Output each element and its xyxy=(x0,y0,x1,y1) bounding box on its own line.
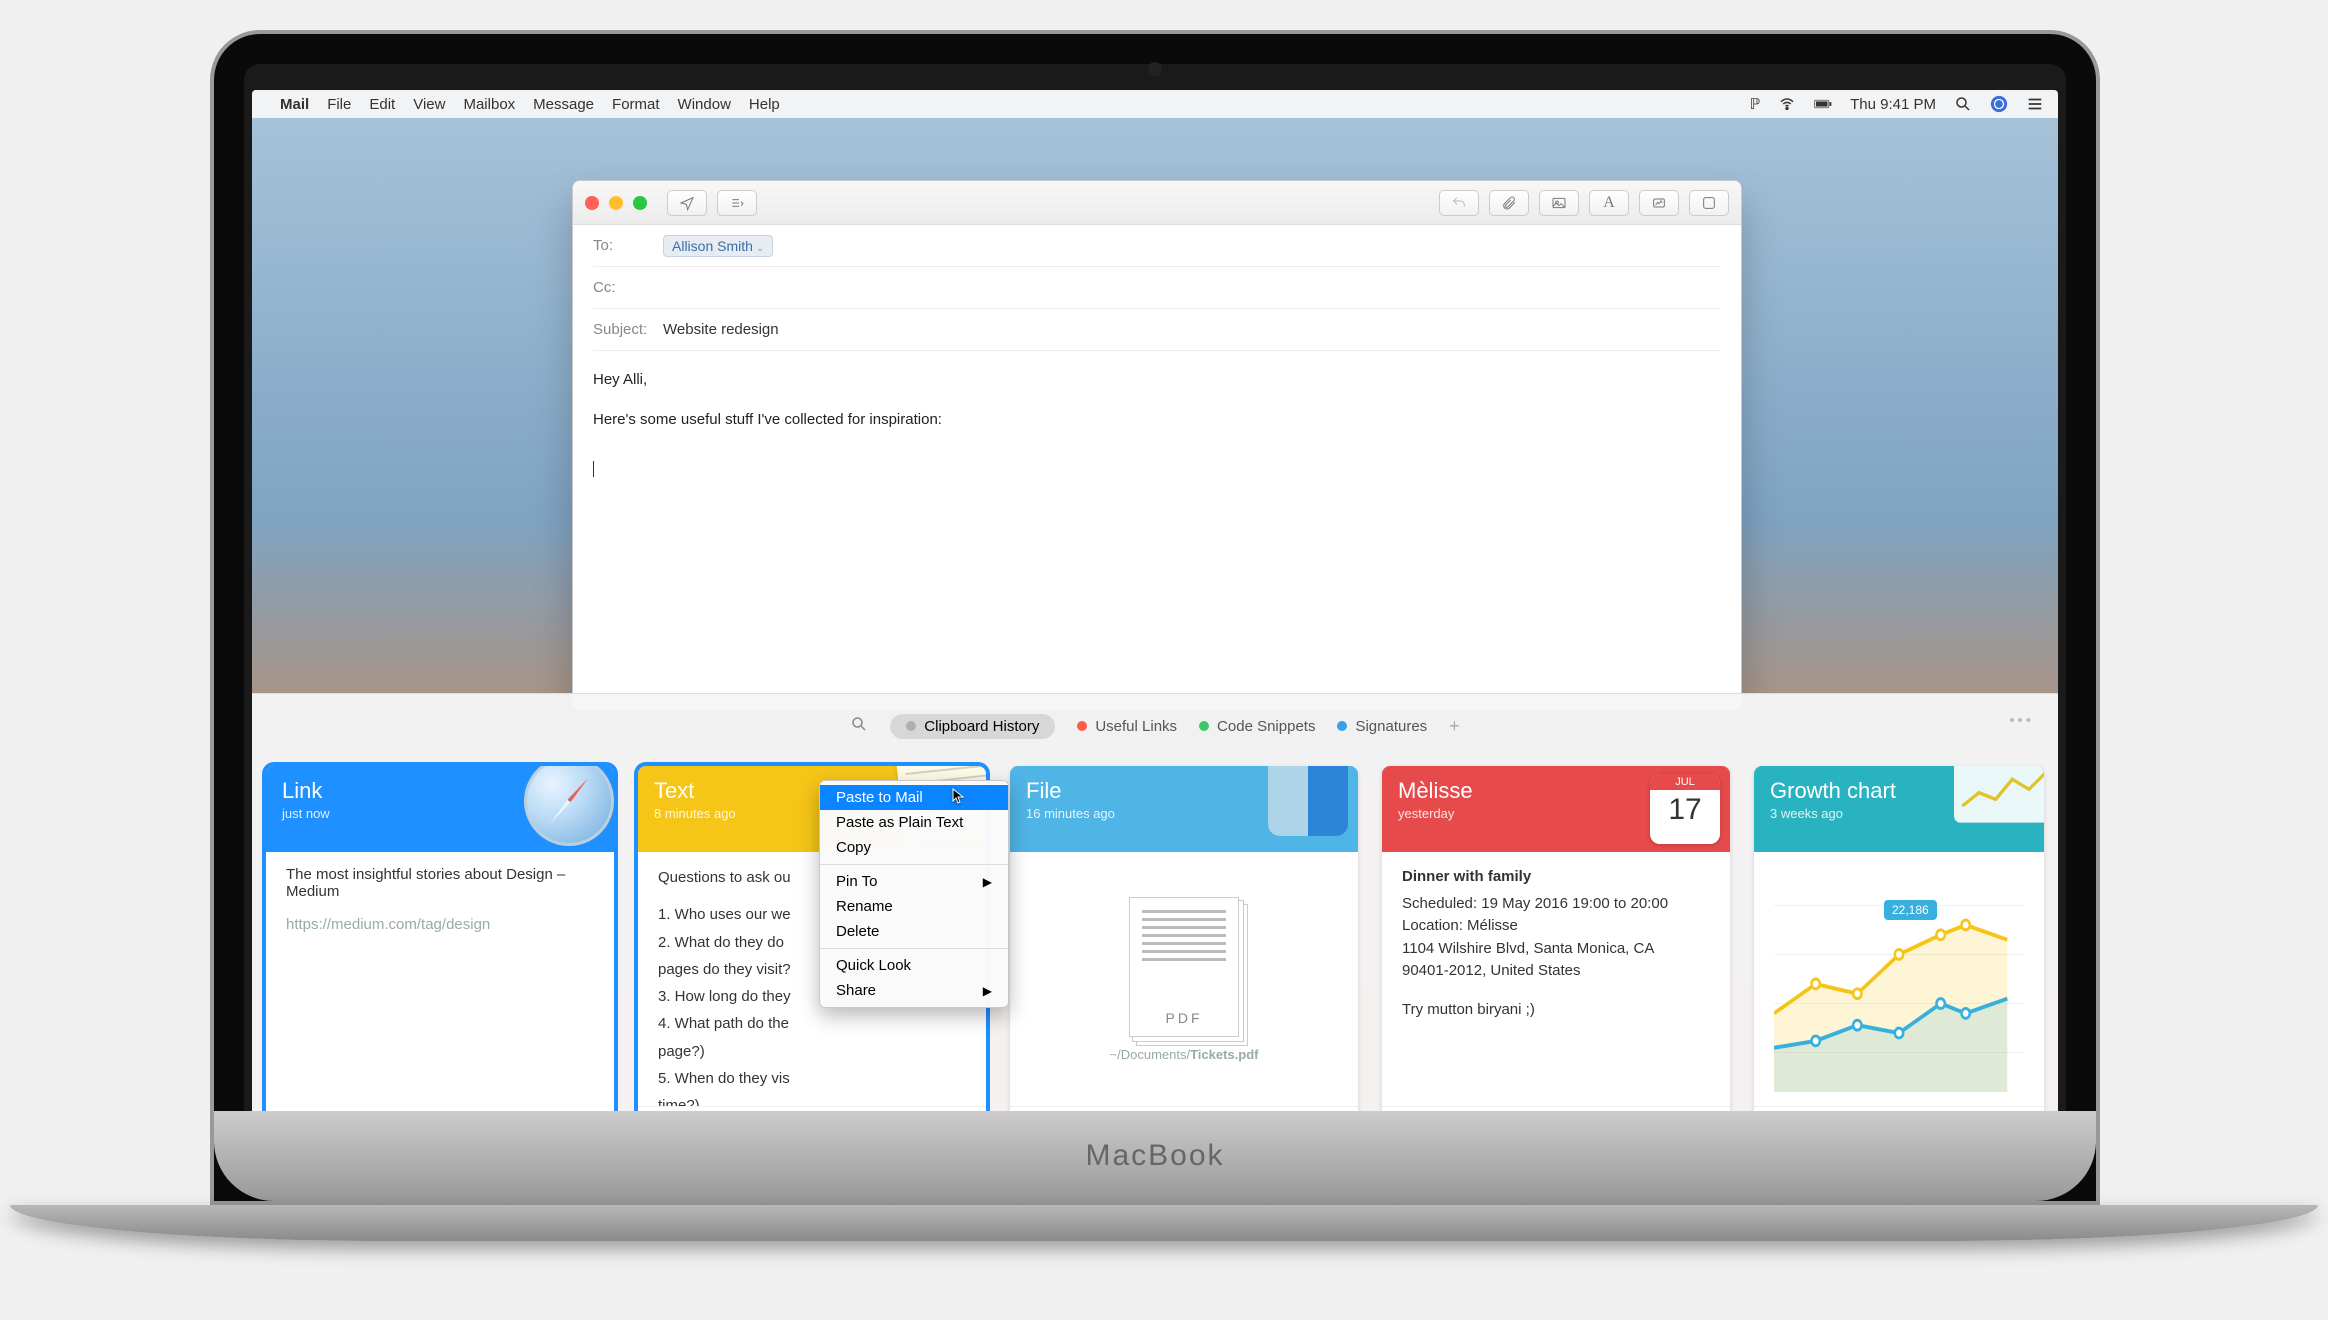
laptop-base: MacBook xyxy=(214,1111,2096,1201)
ctx-pin-to[interactable]: Pin To▶ xyxy=(820,869,1008,894)
tab-dot-icon xyxy=(1077,721,1087,731)
event-address2: 90401-2012, United States xyxy=(1402,960,1710,983)
menubar-window[interactable]: Window xyxy=(678,96,731,113)
calendar-icon: JUL 17 xyxy=(1650,774,1720,844)
cc-field-row[interactable]: Cc: xyxy=(593,267,1721,309)
to-field-row[interactable]: To: Allison Smith⌄ xyxy=(593,225,1721,267)
card-link[interactable]: Link just now The most insightful storie… xyxy=(266,766,614,1138)
tab-useful-links[interactable]: Useful Links xyxy=(1077,718,1177,735)
file-path: ~/Documents/Tickets.pdf xyxy=(1110,1047,1259,1062)
event-address1: 1104 Wilshire Blvd, Santa Monica, CA xyxy=(1402,938,1710,961)
mail-titlebar[interactable]: A xyxy=(573,181,1741,225)
ctx-delete[interactable]: Delete xyxy=(820,919,1008,944)
card-file[interactable]: File 16 minutes ago PDF xyxy=(1010,766,1358,1138)
clipboard-tabs: Clipboard History Useful Links Code Snip… xyxy=(252,708,2058,744)
recipient-chip[interactable]: Allison Smith⌄ xyxy=(663,235,773,257)
battery-icon[interactable] xyxy=(1814,95,1832,113)
menubar-format[interactable]: Format xyxy=(612,96,660,113)
chart-annotation: 22,186 xyxy=(1884,900,1937,920)
mail-compose-window: A To: Allison Smith⌄ Cc: Subject: Websit… xyxy=(572,180,1742,710)
camera-dot xyxy=(1148,62,1162,76)
finder-icon xyxy=(1268,766,1358,852)
tab-dot-icon xyxy=(1199,721,1209,731)
menubar-app-name[interactable]: Mail xyxy=(280,96,309,113)
to-label: To: xyxy=(593,237,663,254)
notification-center-icon[interactable] xyxy=(2026,95,2044,113)
header-fields-button[interactable] xyxy=(717,190,757,216)
clipboard-search-icon[interactable] xyxy=(850,715,868,737)
minimize-button[interactable] xyxy=(609,196,623,210)
subject-label: Subject: xyxy=(593,321,663,338)
link-title: The most insightful stories about Design… xyxy=(286,866,594,900)
markup-button[interactable] xyxy=(1639,190,1679,216)
tab-dot-icon xyxy=(1337,721,1347,731)
tab-code-snippets[interactable]: Code Snippets xyxy=(1199,718,1315,735)
laptop-foot xyxy=(10,1205,2318,1241)
tab-clipboard-history[interactable]: Clipboard History xyxy=(890,714,1055,739)
screen: Mail File Edit View Mailbox Message Form… xyxy=(252,90,2058,1163)
event-note: Try mutton biryani ;) xyxy=(1402,999,1710,1022)
photo-browser-button[interactable] xyxy=(1539,190,1579,216)
laptop-frame: Mail File Edit View Mailbox Message Form… xyxy=(210,30,2100,1205)
tab-signatures[interactable]: Signatures xyxy=(1337,718,1427,735)
ctx-share[interactable]: Share▶ xyxy=(820,978,1008,1003)
attach-button[interactable] xyxy=(1489,190,1529,216)
ctx-paste-to-mail[interactable]: Paste to Mail xyxy=(820,785,1008,810)
tab-dot-icon xyxy=(906,721,916,731)
event-schedule: Scheduled: 19 May 2016 19:00 to 20:00 xyxy=(1402,893,1710,916)
clipboard-history-panel: Clipboard History Useful Links Code Snip… xyxy=(252,693,2058,1163)
hardware-label: MacBook xyxy=(1085,1139,1224,1173)
text-cursor xyxy=(593,461,594,477)
add-tab-button[interactable]: + xyxy=(1449,716,1460,737)
mouse-cursor-icon xyxy=(952,788,968,804)
card-event[interactable]: Mèlisse yesterday JUL 17 Dinner with fam… xyxy=(1382,766,1730,1138)
subject-field-row[interactable]: Subject: Website redesign xyxy=(593,309,1721,351)
link-url: https://medium.com/tag/design xyxy=(286,916,594,933)
ctx-rename[interactable]: Rename xyxy=(820,894,1008,919)
siri-icon[interactable] xyxy=(1990,95,2008,113)
ctx-quick-look[interactable]: Quick Look xyxy=(820,953,1008,978)
subject-value: Website redesign xyxy=(663,321,779,338)
event-location: Location: Mélisse xyxy=(1402,915,1710,938)
spotlight-icon[interactable] xyxy=(1954,95,1972,113)
mail-body[interactable]: Hey Alli, Here's some useful stuff I've … xyxy=(573,351,1741,498)
send-button[interactable] xyxy=(667,190,707,216)
menubar-mailbox[interactable]: Mailbox xyxy=(463,96,515,113)
menubar-message[interactable]: Message xyxy=(533,96,594,113)
context-menu: Paste to Mail Paste as Plain Text Copy P… xyxy=(819,780,1009,1008)
safari-icon xyxy=(524,766,614,852)
menubar-clock[interactable]: Thu 9:41 PM xyxy=(1850,96,1936,113)
format-button[interactable]: A xyxy=(1589,190,1629,216)
cc-label: Cc: xyxy=(593,279,663,296)
zoom-button[interactable] xyxy=(633,196,647,210)
macos-menubar: Mail File Edit View Mailbox Message Form… xyxy=(252,90,2058,118)
chart-preview: 22,186 xyxy=(1754,852,2044,1106)
mail-body-line2: Here's some useful stuff I've collected … xyxy=(593,407,1721,433)
clipboard-cards: Link just now The most insightful storie… xyxy=(252,744,2058,1138)
menubar-view[interactable]: View xyxy=(413,96,445,113)
ctx-paste-plain-text[interactable]: Paste as Plain Text xyxy=(820,810,1008,835)
traffic-lights xyxy=(585,196,647,210)
file-thumbnail: PDF ~/Documents/Tickets.pdf xyxy=(1030,866,1338,1092)
menubar-file[interactable]: File xyxy=(327,96,351,113)
ctx-copy[interactable]: Copy xyxy=(820,835,1008,860)
menubar-help[interactable]: Help xyxy=(749,96,780,113)
reply-button[interactable] xyxy=(1439,190,1479,216)
menubar-edit[interactable]: Edit xyxy=(369,96,395,113)
chart-thumb-icon xyxy=(1954,766,2044,852)
emoji-button[interactable] xyxy=(1689,190,1729,216)
mail-body-line1: Hey Alli, xyxy=(593,367,1721,393)
status-app-icon[interactable]: ℙ xyxy=(1750,95,1761,113)
event-title: Dinner with family xyxy=(1402,866,1710,889)
card-growth-chart[interactable]: Growth chart 3 weeks ago xyxy=(1754,766,2044,1138)
wifi-icon[interactable] xyxy=(1778,95,1796,113)
close-button[interactable] xyxy=(585,196,599,210)
panel-more-icon[interactable]: ••• xyxy=(2009,712,2034,729)
